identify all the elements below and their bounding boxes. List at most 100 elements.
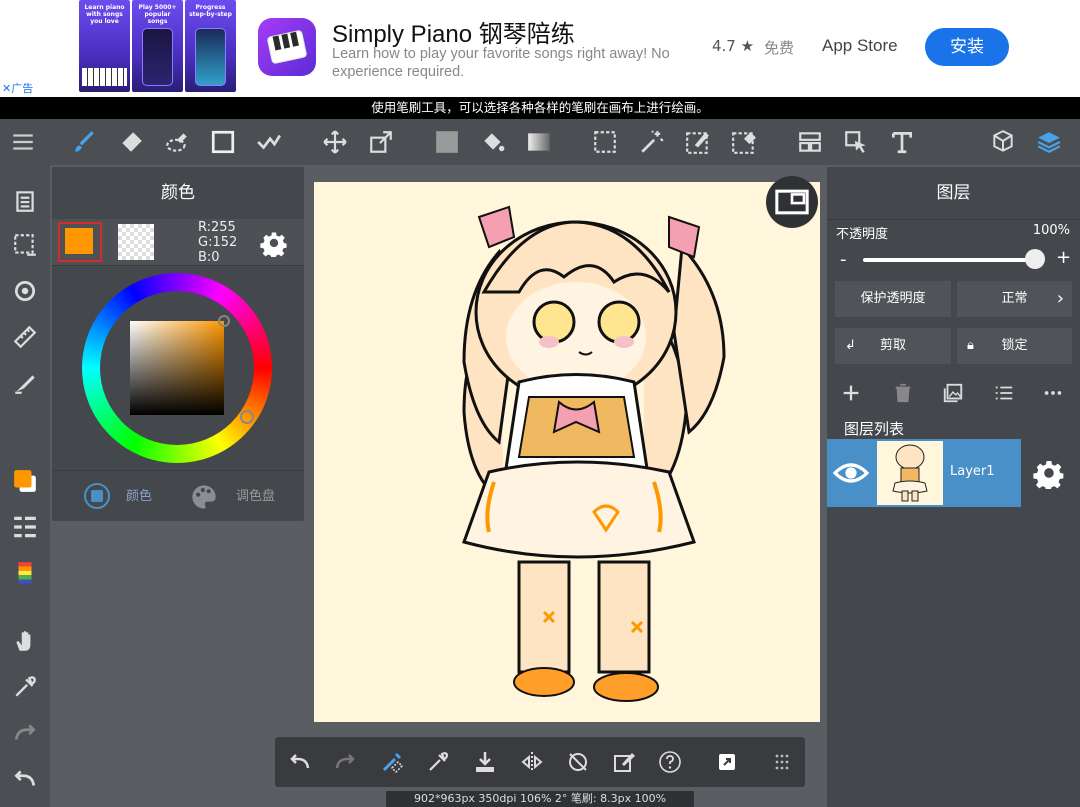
gear-icon[interactable] xyxy=(260,229,288,259)
brush-icon[interactable] xyxy=(68,126,100,158)
undo-icon[interactable] xyxy=(9,763,41,795)
lock-button[interactable]: 🔒︎ 锁定 xyxy=(957,328,1072,364)
tool-hint-bar: 使用笔刷工具，可以选择各种各样的笔刷在画布上进行绘画。 xyxy=(0,97,1080,119)
redo-icon[interactable] xyxy=(330,747,360,777)
undo-icon[interactable] xyxy=(285,747,315,777)
layer-name: Layer1 xyxy=(950,464,995,479)
material-icon[interactable] xyxy=(9,557,41,589)
rgb-readout: R:255 G:152 B:0 xyxy=(198,220,237,265)
ad-screenshot-1: Learn piano with songs you love xyxy=(79,0,130,92)
left-rail xyxy=(0,165,50,807)
color-icon[interactable] xyxy=(9,465,41,497)
layer-panel: 图层 不透明度 100% - + 保护透明度 正常 › ↲ 剪取 🔒︎ 锁定 图… xyxy=(827,167,1080,807)
text-icon[interactable] xyxy=(886,126,918,158)
ad-banner[interactable]: Learn piano with songs you love Play 500… xyxy=(0,0,1080,97)
app-title[interactable]: Simply Piano 钢琴陪练 xyxy=(332,14,575,49)
drawing-canvas[interactable] xyxy=(314,182,820,722)
tab-palette[interactable]: 调色盘 xyxy=(236,485,275,504)
shape-icon[interactable] xyxy=(207,126,239,158)
color-tab-icon[interactable] xyxy=(84,483,110,509)
protect-alpha-button[interactable]: 保护透明度 xyxy=(835,281,951,317)
ad-screenshot-2: Play 5000+ popular songs xyxy=(132,0,183,92)
smudge-icon[interactable] xyxy=(161,126,193,158)
app-icon[interactable] xyxy=(258,18,316,76)
transform-icon[interactable] xyxy=(365,126,397,158)
bottom-toolbar xyxy=(275,737,805,787)
frame-icon[interactable] xyxy=(794,126,826,158)
saturation-value-square[interactable] xyxy=(130,321,224,415)
rotate-canvas-icon[interactable] xyxy=(563,747,593,777)
hue-knob[interactable] xyxy=(240,410,254,424)
expand-icon[interactable] xyxy=(712,747,742,777)
blend-mode-button[interactable]: 正常 › xyxy=(957,281,1072,317)
bucket-icon[interactable] xyxy=(477,126,509,158)
layers-icon[interactable] xyxy=(1033,126,1065,158)
select-pen-icon[interactable] xyxy=(682,126,714,158)
rgb-r: R:255 xyxy=(198,220,236,235)
selection-edit-icon[interactable] xyxy=(609,747,639,777)
rgb-b: B:0 xyxy=(198,250,220,265)
move-icon[interactable] xyxy=(319,126,351,158)
correction-icon[interactable] xyxy=(253,126,285,158)
select-eraser-icon[interactable] xyxy=(728,126,760,158)
flip-horizontal-icon[interactable] xyxy=(517,747,547,777)
clip-button[interactable]: ↲ 剪取 xyxy=(835,328,951,364)
save-download-icon[interactable] xyxy=(470,747,500,777)
reference-window-button[interactable] xyxy=(766,176,818,228)
ad-screenshot-caption: Play 5000+ popular songs xyxy=(138,4,177,25)
hand-icon[interactable] xyxy=(9,625,41,657)
ad-close-button[interactable]: ✕广告 xyxy=(2,80,33,96)
canvas-status-bar: 902*963px 350dpi 106% 2° 笔刷: 8.3px 100% xyxy=(386,791,694,807)
eyedropper-icon[interactable] xyxy=(9,671,41,703)
eyedropper-icon[interactable] xyxy=(423,747,453,777)
3d-icon[interactable] xyxy=(987,126,1019,158)
select-rect-icon[interactable] xyxy=(589,126,621,158)
opacity-slider-knob[interactable] xyxy=(1025,249,1045,269)
opacity-slider[interactable] xyxy=(863,258,1035,262)
gallery-icon[interactable] xyxy=(9,185,41,217)
more-icon[interactable] xyxy=(1042,382,1064,408)
gradient-icon[interactable] xyxy=(523,126,555,158)
opacity-minus-button[interactable]: - xyxy=(840,249,847,270)
layer-list-icon[interactable] xyxy=(9,511,41,543)
select-layer-icon[interactable] xyxy=(840,126,872,158)
clip-arrow-icon: ↲ xyxy=(845,338,856,353)
install-button[interactable]: 安装 xyxy=(925,28,1009,66)
grip-icon[interactable] xyxy=(767,747,797,777)
layer-settings-gear-icon[interactable] xyxy=(1033,457,1065,491)
opacity-value: 100% xyxy=(1032,223,1070,238)
rotate-view-icon[interactable] xyxy=(9,275,41,307)
close-icon: ✕ xyxy=(2,82,12,95)
menu-icon[interactable] xyxy=(7,126,39,158)
ad-screenshot-caption: Learn piano with songs you love xyxy=(84,4,125,25)
layer-list-label: 图层列表 xyxy=(844,420,905,438)
layer-image-icon[interactable] xyxy=(942,382,964,408)
magic-wand-icon[interactable] xyxy=(636,126,668,158)
ad-screenshot-caption: Progress step-by-step xyxy=(189,4,232,18)
trash-icon[interactable] xyxy=(892,382,914,408)
main-toolbar xyxy=(0,119,1080,165)
selection-icon[interactable] xyxy=(9,229,41,261)
layer-list-options-icon[interactable] xyxy=(993,382,1015,408)
help-icon[interactable] xyxy=(655,747,685,777)
redo-icon[interactable] xyxy=(9,717,41,749)
secondary-color-swatch[interactable] xyxy=(118,224,154,260)
ruler-icon[interactable] xyxy=(9,321,41,353)
tab-color[interactable]: 颜色 xyxy=(126,485,152,504)
layer-row[interactable]: Layer1 xyxy=(827,439,1021,507)
eye-icon[interactable] xyxy=(827,439,875,507)
rgb-g: G:152 xyxy=(198,235,238,250)
swatch-row: R:255 G:152 B:0 xyxy=(52,219,304,266)
eraser-icon[interactable] xyxy=(115,126,147,158)
palette-icon[interactable] xyxy=(190,483,218,515)
brush-eraser-icon[interactable] xyxy=(377,747,407,777)
fill-color-icon[interactable] xyxy=(431,126,463,158)
primary-color-swatch[interactable] xyxy=(58,222,102,262)
brush-settings-icon[interactable] xyxy=(9,367,41,399)
blend-mode-value: 正常 xyxy=(1001,291,1028,306)
clip-label: 剪取 xyxy=(879,338,906,353)
lock-icon: 🔒︎ xyxy=(967,338,974,353)
sv-knob[interactable] xyxy=(218,315,230,327)
opacity-plus-button[interactable]: + xyxy=(1056,247,1071,268)
add-layer-icon[interactable] xyxy=(840,382,862,408)
